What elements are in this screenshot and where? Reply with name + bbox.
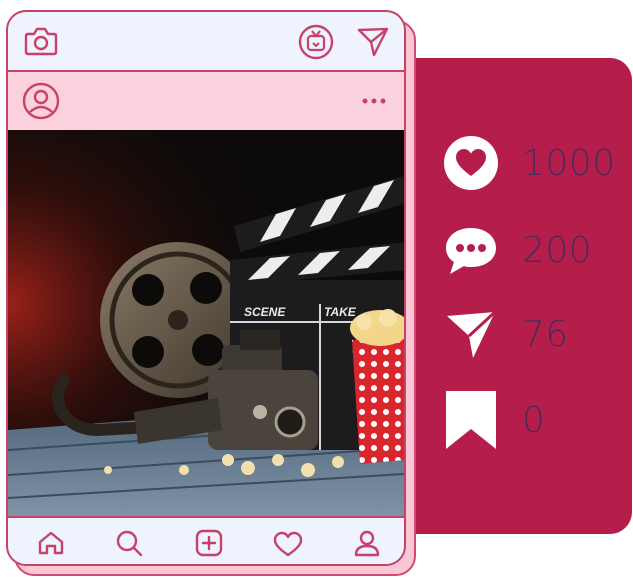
profile-bar [8, 72, 404, 130]
home-icon[interactable] [36, 530, 66, 556]
bottom-nav [8, 516, 404, 564]
svg-text:TAKE: TAKE [324, 305, 357, 319]
profile-icon[interactable] [352, 528, 382, 558]
saves-count: 0 [522, 399, 546, 441]
post-image: SCENE TAKE [8, 130, 404, 516]
instagram-post-stats: 1000 200 76 0 SCENE TAKE [0, 0, 633, 578]
stats-panel [396, 58, 632, 534]
igtv-icon[interactable] [298, 24, 334, 60]
more-options-icon[interactable] [362, 96, 386, 106]
svg-text:SCENE: SCENE [244, 305, 286, 319]
stat-comments: 200 [440, 218, 592, 282]
search-icon[interactable] [114, 528, 144, 558]
heart-icon [440, 132, 502, 194]
send-icon[interactable] [356, 26, 390, 58]
bookmark-icon [440, 389, 502, 451]
stat-saves: 0 [440, 388, 545, 452]
cinema-scene-illustration: SCENE TAKE [8, 130, 404, 516]
likes-count: 1000 [522, 142, 616, 184]
add-post-icon[interactable] [194, 528, 224, 558]
comments-count: 200 [522, 229, 593, 271]
camera-icon[interactable] [24, 26, 58, 56]
stat-shares: 76 [440, 302, 569, 366]
top-bar [8, 12, 404, 72]
share-icon [440, 303, 502, 365]
comment-icon [440, 219, 502, 281]
activity-heart-icon[interactable] [272, 530, 304, 558]
stat-likes: 1000 [440, 131, 616, 195]
shares-count: 76 [522, 313, 569, 355]
avatar-icon[interactable] [22, 82, 60, 120]
phone-frame: SCENE TAKE [6, 10, 406, 566]
